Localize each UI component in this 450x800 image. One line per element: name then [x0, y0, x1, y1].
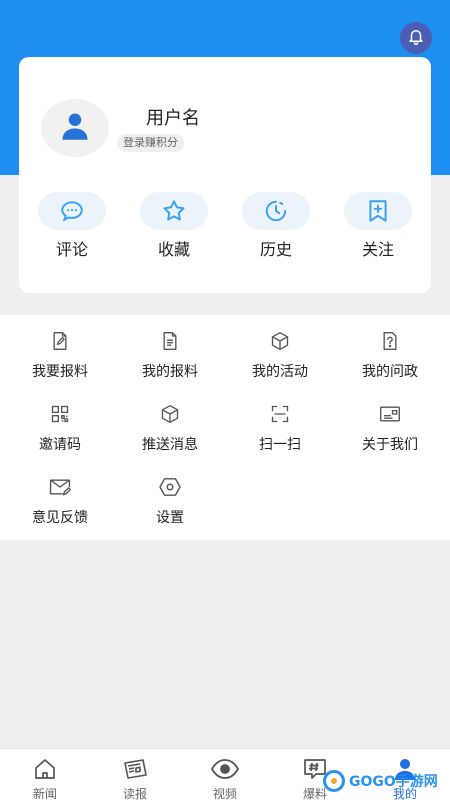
menu-item-label: 设置	[156, 510, 184, 526]
comment-icon	[38, 192, 106, 230]
home-icon	[15, 757, 75, 781]
menu-item-submit-tip[interactable]: 我要报料	[10, 330, 110, 381]
edit-document-icon	[10, 330, 110, 352]
qr-code-icon	[10, 403, 110, 425]
menu-item-label: 我的报料	[142, 364, 198, 380]
profile-card: 用户名 登录赚积分 评论 收藏 历史 关注	[19, 57, 431, 293]
watermark-text: GOGO手游网	[349, 774, 438, 790]
menu-item-settings[interactable]: 设置	[120, 476, 220, 527]
menu-item-push-messages[interactable]: 推送消息	[120, 403, 220, 454]
quick-action-label: 收藏	[157, 240, 190, 259]
menu-item-feedback[interactable]: 意见反馈	[10, 476, 110, 527]
tab-video[interactable]: 视频	[195, 757, 255, 800]
menu-item-label: 意见反馈	[32, 510, 88, 526]
user-icon	[60, 111, 90, 145]
menu-item-my-tips[interactable]: 我的报料	[120, 330, 220, 381]
quick-action-label: 历史	[259, 240, 292, 259]
menu-item-label: 关于我们	[362, 437, 418, 453]
menu-item-my-inquiries[interactable]: 我的问政	[340, 330, 440, 381]
gogo-logo-icon	[323, 770, 345, 792]
menu-item-about-us[interactable]: 关于我们	[340, 403, 440, 454]
menu-item-label: 推送消息	[142, 437, 198, 453]
menu-item-scan[interactable]: 扫一扫	[230, 403, 330, 454]
notification-button[interactable]	[400, 22, 432, 54]
eye-icon	[195, 757, 255, 781]
tab-label: 视频	[212, 787, 237, 800]
menu-item-label: 我的活动	[252, 364, 308, 380]
question-document-icon	[340, 330, 440, 352]
bell-icon	[407, 27, 425, 49]
quick-action-label: 关注	[361, 240, 394, 259]
tab-news[interactable]: 新闻	[15, 757, 75, 800]
menu-item-label: 我的问政	[362, 364, 418, 380]
watermark-logo: GOGO手游网	[323, 768, 443, 794]
newspaper-icon	[105, 757, 165, 781]
scan-icon	[230, 403, 330, 425]
clock-icon	[242, 192, 310, 230]
login-points-badge[interactable]: 登录赚积分	[117, 134, 184, 152]
tab-label: 读报	[122, 787, 147, 800]
quick-action-history[interactable]: 历史	[236, 192, 316, 260]
menu-grid: 我要报料 我的报料 我的活动 我的问政 邀请码 推送消息 扫一扫 关于我们 意见…	[0, 315, 450, 540]
bookmark-plus-icon	[344, 192, 412, 230]
id-card-icon	[340, 403, 440, 425]
cube-icon	[120, 403, 220, 425]
quick-action-follow[interactable]: 关注	[338, 192, 418, 260]
menu-item-label: 邀请码	[39, 437, 81, 453]
avatar[interactable]	[41, 99, 109, 157]
tab-label: 新闻	[32, 787, 57, 800]
tab-read-paper[interactable]: 读报	[105, 757, 165, 800]
username[interactable]: 用户名	[146, 104, 200, 130]
document-icon	[120, 330, 220, 352]
star-icon	[140, 192, 208, 230]
quick-action-favorite[interactable]: 收藏	[134, 192, 214, 260]
menu-item-invite-code[interactable]: 邀请码	[10, 403, 110, 454]
quick-action-comment[interactable]: 评论	[32, 192, 112, 260]
settings-hexagon-icon	[120, 476, 220, 498]
menu-item-my-activities[interactable]: 我的活动	[230, 330, 330, 381]
menu-item-label: 扫一扫	[259, 437, 301, 453]
quick-action-label: 评论	[55, 240, 88, 259]
mail-edit-icon	[10, 476, 110, 498]
menu-item-label: 我要报料	[32, 364, 88, 380]
cube-icon	[230, 330, 330, 352]
